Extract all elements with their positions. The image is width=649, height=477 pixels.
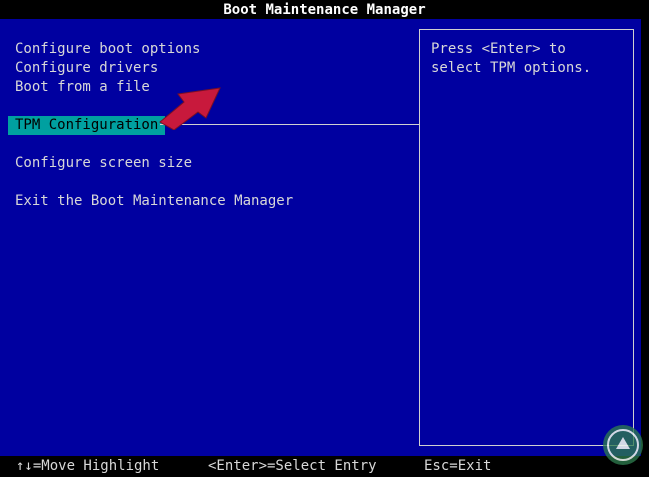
select-entry-hint: <Enter>=Select Entry [208, 458, 377, 474]
title-bar: Boot Maintenance Manager [0, 0, 649, 19]
menu-item-boot-from-file[interactable]: Boot from a file [15, 78, 150, 97]
help-text: Press <Enter> to select TPM options. [431, 41, 592, 76]
move-highlight-hint: ↑↓=Move Highlight [16, 458, 160, 474]
status-bar: ↑↓=Move Highlight <Enter>=Select Entry E… [0, 456, 649, 477]
menu-item-exit-boot-maintenance-manager[interactable]: Exit the Boot Maintenance Manager [15, 192, 293, 211]
red-pointer-arrow-icon [159, 87, 221, 130]
watermark-logo-icon [603, 425, 643, 465]
help-panel [419, 29, 634, 446]
window-title: Boot Maintenance Manager [223, 2, 426, 18]
menu-item-tpm-configuration[interactable]: TPM Configuration [8, 116, 166, 135]
menu-item-configure-drivers[interactable]: Configure drivers [15, 59, 158, 78]
menu-item-configure-screen-size[interactable]: Configure screen size [15, 154, 192, 173]
exit-hint: Esc=Exit [424, 458, 492, 474]
menu-item-configure-boot-options[interactable]: Configure boot options [15, 40, 200, 59]
